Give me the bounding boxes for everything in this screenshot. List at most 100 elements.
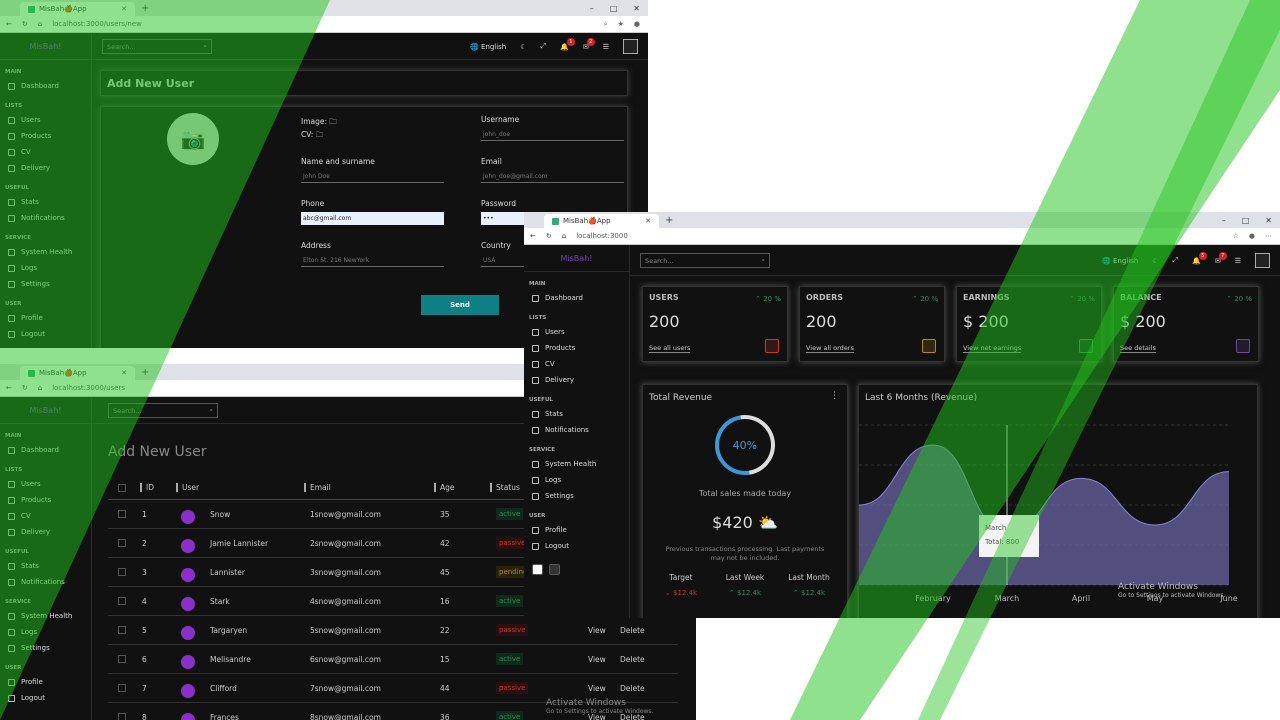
back-icon[interactable]: ← bbox=[6, 384, 12, 392]
list-icon[interactable]: ☰ bbox=[603, 43, 609, 51]
close-window-icon[interactable]: ✕ bbox=[1265, 216, 1272, 225]
reload-icon[interactable]: ↻ bbox=[546, 232, 552, 240]
url-input[interactable]: localhost:3000/users/new bbox=[52, 20, 593, 28]
sidebar-item-users[interactable]: Users bbox=[524, 324, 629, 340]
row-checkbox[interactable] bbox=[118, 655, 126, 663]
sidebar-item-delivery[interactable]: Delivery bbox=[0, 160, 91, 176]
dark-mode-icon[interactable]: ☾ bbox=[520, 43, 526, 51]
delete-button[interactable]: Delete bbox=[620, 626, 645, 635]
row-checkbox[interactable] bbox=[118, 539, 126, 547]
minimize-icon[interactable]: – bbox=[590, 4, 594, 13]
sidebar-item-products[interactable]: Products bbox=[0, 128, 91, 144]
row-checkbox[interactable] bbox=[118, 510, 126, 518]
notifications-icon[interactable]: 🔔 1 bbox=[560, 37, 575, 51]
sidebar-item-system-health[interactable]: System Health bbox=[0, 244, 91, 260]
more-icon[interactable]: ⋯ bbox=[1265, 232, 1272, 240]
back-icon[interactable]: ← bbox=[6, 20, 12, 28]
sidebar-item-notifications[interactable]: Notifications bbox=[0, 574, 91, 590]
language-selector[interactable]: 🌐 English bbox=[1102, 257, 1138, 265]
back-icon[interactable]: ← bbox=[530, 232, 536, 240]
logo[interactable]: MisBah! bbox=[0, 34, 91, 60]
upload-folder-icon[interactable]: 🗀 bbox=[329, 117, 337, 126]
sidebar-item-stats[interactable]: Stats bbox=[0, 194, 91, 210]
phone-input[interactable]: abc@gmail.com bbox=[301, 212, 444, 225]
sidebar-item-dashboard[interactable]: Dashboard bbox=[0, 442, 91, 458]
row-checkbox[interactable] bbox=[118, 713, 126, 720]
profile-icon[interactable]: ● bbox=[634, 20, 640, 29]
home-icon[interactable]: ⌂ bbox=[562, 232, 566, 240]
delete-button[interactable]: Delete bbox=[620, 655, 645, 664]
zoom-icon[interactable]: ⌕ bbox=[604, 20, 608, 29]
dark-mode-icon[interactable]: ☾ bbox=[1152, 257, 1158, 265]
image-upload[interactable]: Image: 🗀 bbox=[301, 115, 337, 128]
column-header-status[interactable]: Status bbox=[490, 483, 520, 492]
sidebar-item-logs[interactable]: Logs bbox=[0, 260, 91, 276]
sidebar-item-dashboard[interactable]: Dashboard bbox=[524, 290, 629, 306]
view-button[interactable]: View bbox=[588, 655, 606, 664]
sidebar-item-products[interactable]: Products bbox=[524, 340, 629, 356]
sidebar-item-users[interactable]: Users bbox=[0, 112, 91, 128]
sidebar-item-cv[interactable]: CV bbox=[524, 356, 629, 372]
more-vert-icon[interactable]: ⋮ bbox=[830, 391, 839, 401]
home-icon[interactable]: ⌂ bbox=[38, 20, 42, 28]
email-input[interactable]: john_doe@gmail.com bbox=[481, 170, 624, 183]
logo[interactable]: MisBah! bbox=[524, 246, 629, 272]
sidebar-item-settings[interactable]: Settings bbox=[524, 488, 629, 504]
close-tab-icon[interactable]: ✕ bbox=[645, 217, 651, 225]
column-header-id[interactable]: ID bbox=[140, 483, 154, 492]
maximize-icon[interactable]: □ bbox=[610, 4, 618, 13]
view-button[interactable]: View bbox=[588, 626, 606, 635]
sidebar-item-delivery[interactable]: Delivery bbox=[0, 524, 91, 540]
reload-icon[interactable]: ↻ bbox=[22, 20, 28, 28]
sidebar-item-delivery[interactable]: Delivery bbox=[524, 372, 629, 388]
new-tab-icon[interactable]: + bbox=[665, 215, 673, 226]
avatar[interactable] bbox=[623, 39, 638, 54]
sidebar-item-cv[interactable]: CV bbox=[0, 144, 91, 160]
sidebar-item-logout[interactable]: Logout bbox=[0, 690, 91, 706]
sidebar-item-stats[interactable]: Stats bbox=[524, 406, 629, 422]
row-checkbox[interactable] bbox=[118, 597, 126, 605]
sidebar-item-logs[interactable]: Logs bbox=[0, 624, 91, 640]
profile-icon[interactable]: ● bbox=[1249, 232, 1255, 240]
minimize-icon[interactable]: – bbox=[1222, 216, 1226, 225]
sidebar-item-logs[interactable]: Logs bbox=[524, 472, 629, 488]
search-input[interactable]: Search... bbox=[107, 43, 136, 51]
sidebar-item-settings[interactable]: Settings bbox=[0, 640, 91, 656]
list-icon[interactable]: ☰ bbox=[1235, 257, 1241, 265]
table-row[interactable]: 6 Melisandre 6snow@gmail.com 15 active View De… bbox=[108, 645, 678, 674]
send-button[interactable]: Send bbox=[421, 295, 499, 315]
sidebar-item-notifications[interactable]: Notifications bbox=[524, 422, 629, 438]
search-box[interactable]: Search... ⌕ bbox=[108, 403, 218, 418]
messages-icon[interactable]: ✉ 7 bbox=[1215, 251, 1227, 265]
sidebar-item-profile[interactable]: Profile bbox=[0, 310, 91, 326]
row-checkbox[interactable] bbox=[118, 568, 126, 576]
browser-tab[interactable]: MisBah🍎App ✕ bbox=[544, 214, 659, 228]
column-header-email[interactable]: Email bbox=[304, 483, 331, 492]
language-selector[interactable]: 🌐 English bbox=[470, 43, 506, 51]
sidebar-item-dashboard[interactable]: Dashboard bbox=[0, 78, 91, 94]
username-input[interactable]: john_doe bbox=[481, 128, 624, 141]
reload-icon[interactable]: ↻ bbox=[22, 384, 28, 392]
sidebar-item-logout[interactable]: Logout bbox=[524, 538, 629, 554]
search-icon[interactable]: ⌕ bbox=[209, 406, 213, 415]
delete-button[interactable]: Delete bbox=[620, 684, 645, 693]
column-header-user[interactable]: User bbox=[176, 483, 199, 492]
widget-link[interactable]: See details bbox=[1120, 344, 1156, 353]
sidebar-item-profile[interactable]: Profile bbox=[0, 674, 91, 690]
new-tab-icon[interactable]: + bbox=[141, 367, 149, 378]
browser-tab[interactable]: MisBah🍎App ✕ bbox=[20, 366, 135, 380]
notifications-icon[interactable]: 🔔 5 bbox=[1192, 251, 1207, 265]
search-input[interactable]: Search... bbox=[113, 407, 142, 415]
sidebar-item-users[interactable]: Users bbox=[0, 476, 91, 492]
logo[interactable]: MisBah! bbox=[0, 398, 91, 424]
table-row[interactable]: 5 Targaryen 5snow@gmail.com 22 passive View De… bbox=[108, 616, 678, 645]
search-box[interactable]: Search... ⌕ bbox=[102, 39, 212, 54]
close-window-icon[interactable]: ✕ bbox=[633, 4, 640, 13]
view-button[interactable]: View bbox=[588, 684, 606, 693]
sidebar-item-notifications[interactable]: Notifications bbox=[0, 210, 91, 226]
home-icon[interactable]: ⌂ bbox=[38, 384, 42, 392]
sidebar-item-products[interactable]: Products bbox=[0, 492, 91, 508]
row-checkbox[interactable] bbox=[118, 626, 126, 634]
search-icon[interactable]: ⌕ bbox=[761, 256, 765, 265]
sidebar-item-profile[interactable]: Profile bbox=[524, 522, 629, 538]
